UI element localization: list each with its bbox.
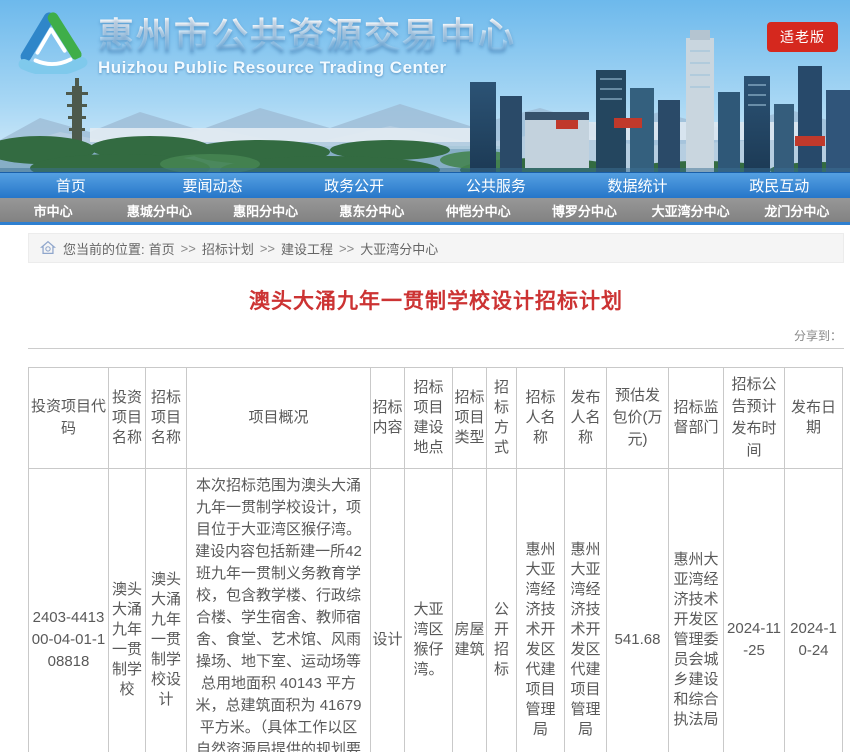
main-nav: 首页 要闻动态 政务公开 公共服务 数据统计 政民互动 (0, 172, 850, 198)
th-bid-method: 招标方式 (487, 368, 517, 469)
breadcrumb-separator: >> (339, 241, 354, 256)
th-construction-location: 招标项目建设地点 (405, 368, 453, 469)
cell-tenderer-name: 惠州大亚湾经济技术开发区代建项目管理局 (517, 469, 565, 752)
branch-dayawan[interactable]: 大亚湾分中心 (638, 198, 744, 222)
content-area: 您当前的位置: 首页 >> 招标计划 >> 建设工程 >> 大亚湾分中心 澳头大… (28, 233, 844, 752)
breadcrumb-separator: >> (260, 241, 275, 256)
th-publish-date: 发布日期 (785, 368, 843, 469)
branch-boluo[interactable]: 博罗分中心 (531, 198, 637, 222)
breadcrumb-home[interactable]: 首页 (149, 239, 175, 258)
table-row: 2403-441300-04-01-108818 澳头大涌九年一贯制学校 澳头大… (29, 469, 843, 752)
th-bid-project-name: 招标项目名称 (146, 368, 187, 469)
page-title: 澳头大涌九年一贯制学校设计招标计划 (28, 285, 844, 315)
nav-item-statistics[interactable]: 数据统计 (567, 173, 709, 198)
nav-item-home[interactable]: 首页 (0, 173, 142, 198)
breadcrumb-label: 您当前的位置: (63, 239, 145, 258)
cell-publisher-name: 惠州大亚湾经济技术开发区代建项目管理局 (565, 469, 607, 752)
th-tenderer-name: 招标人名称 (517, 368, 565, 469)
th-supervision-dept: 招标监督部门 (669, 368, 724, 469)
branch-huiyang[interactable]: 惠阳分中心 (213, 198, 319, 222)
th-announcement-time: 招标公告预计发布时间 (724, 368, 785, 469)
cell-project-code: 2403-441300-04-01-108818 (29, 469, 109, 752)
table-header-row: 投资项目代码 投资项目名称 招标项目名称 项目概况 招标内容 招标项目建设地点 … (29, 368, 843, 469)
elderly-version-button[interactable]: 适老版 (767, 22, 838, 52)
th-project-type: 招标项目类型 (453, 368, 487, 469)
breadcrumb-separator: >> (181, 241, 196, 256)
cell-bid-method: 公开招标 (487, 469, 517, 752)
title-divider (28, 348, 844, 349)
cell-announcement-time: 2024-11-25 (724, 469, 785, 752)
nav-item-news[interactable]: 要闻动态 (142, 173, 284, 198)
share-label[interactable]: 分享到： (794, 329, 842, 343)
branch-zhongkai[interactable]: 仲恺分中心 (425, 198, 531, 222)
branch-nav: 市中心 惠城分中心 惠阳分中心 惠东分中心 仲恺分中心 博罗分中心 大亚湾分中心… (0, 198, 850, 225)
branch-huicheng[interactable]: 惠城分中心 (106, 198, 212, 222)
breadcrumb: 您当前的位置: 首页 >> 招标计划 >> 建设工程 >> 大亚湾分中心 (28, 233, 844, 263)
cell-investment-project-name: 澳头大涌九年一贯制学校 (109, 469, 146, 752)
nav-item-interaction[interactable]: 政民互动 (708, 173, 850, 198)
site-header: 惠州市公共资源交易中心 Huizhou Public Resource Trad… (0, 0, 850, 172)
site-title: 惠州市公共资源交易中心 (98, 16, 516, 56)
cell-project-type: 房屋建筑 (453, 469, 487, 752)
site-logo-icon (14, 10, 92, 74)
th-investment-project-name: 投资项目名称 (109, 368, 146, 469)
cell-supervision-dept: 惠州大亚湾经济技术开发区管理委员会城乡建设和综合执法局 (669, 469, 724, 752)
cell-project-overview: 本次招标范围为澳头大涌九年一贯制学校设计，项目位于大亚湾区猴仔湾。建设内容包括新… (187, 469, 371, 752)
brand: 惠州市公共资源交易中心 Huizhou Public Resource Trad… (14, 10, 516, 78)
th-estimated-price: 预估发包价(万元) (607, 368, 669, 469)
branch-longmen[interactable]: 龙门分中心 (744, 198, 850, 222)
breadcrumb-construction[interactable]: 建设工程 (281, 239, 333, 258)
cell-estimated-price: 541.68 (607, 469, 669, 752)
th-bid-content: 招标内容 (371, 368, 405, 469)
breadcrumb-dayawan[interactable]: 大亚湾分中心 (360, 239, 438, 258)
th-project-overview: 项目概况 (187, 368, 371, 469)
cell-bid-project-name: 澳头大涌九年一贯制学校设计 (146, 469, 187, 752)
nav-item-gov-affairs[interactable]: 政务公开 (283, 173, 425, 198)
branch-city-center[interactable]: 市中心 (0, 198, 106, 222)
nav-item-public-service[interactable]: 公共服务 (425, 173, 567, 198)
bid-plan-table: 投资项目代码 投资项目名称 招标项目名称 项目概况 招标内容 招标项目建设地点 … (28, 367, 843, 752)
cell-construction-location: 大亚湾区猴仔湾。 (405, 469, 453, 752)
th-project-code: 投资项目代码 (29, 368, 109, 469)
cell-bid-content: 设计 (371, 469, 405, 752)
breadcrumb-bid-plan[interactable]: 招标计划 (202, 239, 254, 258)
cell-publish-date: 2024-10-24 (785, 469, 843, 752)
home-icon (39, 239, 57, 257)
branch-huidong[interactable]: 惠东分中心 (319, 198, 425, 222)
site-subtitle: Huizhou Public Resource Trading Center (98, 58, 516, 78)
th-publisher-name: 发布人名称 (565, 368, 607, 469)
